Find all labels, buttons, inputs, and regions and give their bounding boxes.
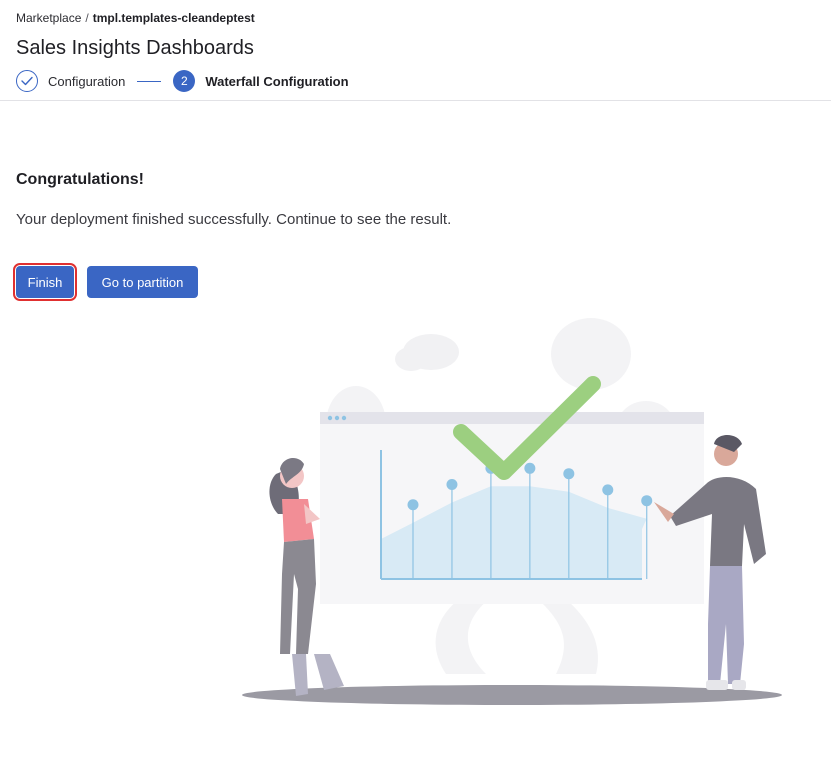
deployment-success-illustration — [236, 314, 788, 714]
chart-point-6 — [602, 484, 614, 496]
step-configuration[interactable]: Configuration — [16, 70, 125, 92]
step-configuration-label: Configuration — [48, 73, 126, 89]
go-to-partition-button[interactable]: Go to partition — [87, 266, 198, 298]
success-message: Your deployment finished successfully. C… — [16, 211, 452, 228]
step-waterfall-label: Waterfall Configuration — [205, 73, 349, 89]
success-heading: Congratulations! — [16, 171, 144, 188]
page-title: Sales Insights Dashboards — [16, 37, 254, 59]
finish-button[interactable]: Finish — [13, 263, 77, 301]
step-waterfall-configuration[interactable]: 2 Waterfall Configuration — [173, 70, 349, 92]
page-header: Marketplace / tmpl.templates-cleandeptest … — [0, 0, 831, 101]
step-number-badge: 2 — [173, 70, 196, 92]
chart-point-2 — [446, 479, 458, 490]
breadcrumb-marketplace-link[interactable]: Marketplace — [16, 11, 81, 25]
chart-point-5 — [563, 468, 575, 480]
breadcrumb: Marketplace / tmpl.templates-cleandeptest — [16, 11, 255, 25]
step-connector — [137, 80, 162, 82]
stepper: Configuration 2 Waterfall Configuration — [16, 69, 349, 93]
check-icon — [16, 70, 38, 92]
breadcrumb-current: tmpl.templates-cleandeptest — [92, 11, 255, 25]
success-illustration-svg — [242, 318, 782, 705]
breadcrumb-separator: / — [85, 11, 89, 25]
chart-point-4 — [524, 462, 536, 474]
chart-point-7 — [641, 495, 653, 507]
chart-point-1 — [407, 499, 419, 511]
